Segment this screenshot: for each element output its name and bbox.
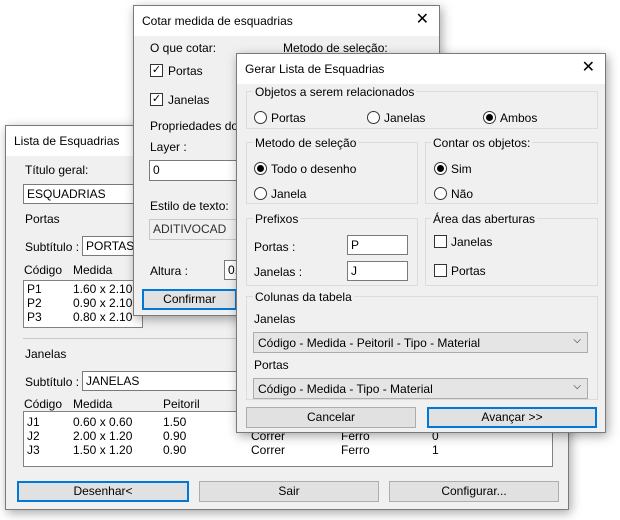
janelas-cell-medida: 2.00 x 1.20 bbox=[73, 429, 133, 443]
col-janelas-value: Código - Medida - Peitoril - Tipo - Mate… bbox=[258, 336, 481, 350]
janela-radio[interactable] bbox=[254, 187, 267, 200]
cotar-janelas-label: Janelas bbox=[168, 93, 210, 107]
titulo-geral-label: Título geral: bbox=[25, 163, 89, 177]
confirmar-button[interactable]: Confirmar bbox=[142, 289, 237, 310]
contar-label: Contar os objetos: bbox=[431, 136, 533, 150]
layer-label: Layer : bbox=[150, 140, 187, 154]
col-portas-select[interactable]: Código - Medida - Tipo - Material ⌵ bbox=[253, 378, 588, 399]
col-portas-value: Código - Medida - Tipo - Material bbox=[258, 382, 433, 396]
gerar-titlebar[interactable]: Gerar Lista de Esquadrias ✕ bbox=[237, 54, 605, 84]
table-row[interactable]: P3 0.80 x 2.10 bbox=[24, 310, 142, 324]
portas-cell-codigo: P1 bbox=[27, 282, 42, 296]
objetos-janelas-label: Janelas bbox=[384, 111, 426, 125]
janela-label: Janela bbox=[271, 187, 307, 201]
contar-nao-radio[interactable] bbox=[434, 187, 447, 200]
cancelar-button[interactable]: Cancelar bbox=[246, 407, 416, 428]
janelas-header-codigo: Código bbox=[24, 397, 63, 411]
portas-subtitulo-label: Subtítulo : bbox=[25, 240, 80, 254]
col-portas-label: Portas bbox=[254, 358, 289, 372]
janelas-cell-material: Ferro bbox=[341, 443, 370, 457]
janelas-header-medida: Medida bbox=[73, 397, 113, 411]
area-janelas-checkbox[interactable] bbox=[434, 235, 447, 248]
chevron-down-icon: ⌵ bbox=[573, 335, 581, 346]
contar-sim-label: Sim bbox=[451, 162, 472, 176]
janelas-cell-tipo: Correr bbox=[251, 443, 286, 457]
estilo-label: Estilo de texto: bbox=[150, 199, 229, 213]
portas-header-medida: Medida bbox=[73, 263, 113, 277]
contar-sim-radio[interactable] bbox=[434, 162, 447, 175]
janelas-cell-medida: 1.50 x 1.20 bbox=[73, 443, 133, 457]
colunas-label: Colunas da tabela bbox=[253, 290, 354, 304]
area-portas-label: Portas bbox=[451, 264, 486, 278]
janelas-cell-area: 1 bbox=[432, 443, 439, 457]
close-icon[interactable]: ✕ bbox=[582, 59, 595, 77]
contar-nao-label: Não bbox=[451, 187, 474, 201]
janelas-subtitulo-label: Subtítulo : bbox=[25, 375, 80, 389]
todo-desenho-label: Todo o desenho bbox=[271, 162, 357, 176]
janelas-section-label: Janelas bbox=[25, 347, 67, 361]
janelas-cell-peitoril: 1.50 bbox=[163, 415, 187, 429]
portas-list[interactable]: P1 1.60 x 2.10 P2 0.90 x 2.10 P3 0.80 x … bbox=[23, 280, 143, 328]
area-janelas-label: Janelas bbox=[451, 235, 493, 249]
janelas-subtitulo-input[interactable]: JANELAS bbox=[82, 371, 242, 391]
prefixo-portas-label: Portas : bbox=[254, 240, 296, 254]
cotar-janelas-checkbox[interactable]: ✓ bbox=[150, 93, 163, 106]
cotar-titlebar[interactable]: Cotar medida de esquadrias ✕ bbox=[134, 6, 439, 36]
table-row[interactable]: P2 0.90 x 2.10 bbox=[24, 296, 142, 310]
lista-title: Lista de Esquadrias bbox=[14, 134, 120, 148]
portas-cell-codigo: P2 bbox=[27, 296, 42, 310]
layer-input[interactable]: 0 bbox=[149, 160, 244, 181]
objetos-label: Objetos a serem relacionados bbox=[253, 85, 417, 99]
prefixo-janelas-input[interactable]: J bbox=[347, 261, 408, 281]
table-row[interactable]: J3 1.50 x 1.20 0.90 Correr Ferro 1 bbox=[24, 443, 552, 457]
objetos-ambos-radio[interactable] bbox=[483, 111, 496, 124]
o-que-cotar-label: O que cotar: bbox=[150, 41, 217, 55]
cotar-title: Cotar medida de esquadrias bbox=[142, 14, 293, 28]
metodo-label: Metodo de seleção bbox=[253, 136, 359, 150]
close-icon[interactable]: ✕ bbox=[416, 11, 429, 29]
estilo-input[interactable]: ADITIVOCAD bbox=[149, 219, 244, 240]
prefixo-janelas-label: Janelas : bbox=[254, 265, 303, 279]
col-janelas-select[interactable]: Código - Medida - Peitoril - Tipo - Mate… bbox=[253, 332, 588, 353]
objetos-portas-radio[interactable] bbox=[254, 111, 267, 124]
titulo-geral-input[interactable]: ESQUADRIAS bbox=[23, 184, 143, 204]
cotar-portas-checkbox[interactable]: ✓ bbox=[150, 64, 163, 77]
janelas-cell-peitoril: 0.90 bbox=[163, 443, 187, 457]
sair-button[interactable]: Sair bbox=[199, 481, 379, 502]
gerar-lista-window: Gerar Lista de Esquadrias ✕ Objetos a se… bbox=[236, 53, 606, 433]
cotar-portas-label: Portas bbox=[168, 64, 203, 78]
configurar-button[interactable]: Configurar... bbox=[389, 481, 559, 502]
table-row[interactable]: P1 1.60 x 2.10 bbox=[24, 282, 142, 296]
janelas-cell-codigo: J2 bbox=[27, 429, 40, 443]
janelas-cell-codigo: J1 bbox=[27, 415, 40, 429]
portas-header-codigo: Código bbox=[24, 263, 63, 277]
janelas-cell-peitoril: 0.90 bbox=[163, 429, 187, 443]
prefixos-label: Prefixos bbox=[253, 212, 301, 226]
portas-cell-medida: 0.90 x 2.10 bbox=[73, 296, 133, 310]
todo-desenho-radio[interactable] bbox=[254, 162, 267, 175]
objetos-janelas-radio[interactable] bbox=[367, 111, 380, 124]
prefixo-portas-input[interactable]: P bbox=[347, 235, 408, 255]
portas-cell-codigo: P3 bbox=[27, 310, 42, 324]
col-janelas-label: Janelas bbox=[254, 312, 296, 326]
janelas-cell-codigo: J3 bbox=[27, 443, 40, 457]
objetos-ambos-label: Ambos bbox=[500, 111, 538, 125]
area-portas-checkbox[interactable] bbox=[434, 264, 447, 277]
portas-cell-medida: 1.60 x 2.10 bbox=[73, 282, 133, 296]
janelas-header-peitoril: Peitoril bbox=[163, 397, 200, 411]
janelas-cell-medida: 0.60 x 0.60 bbox=[73, 415, 133, 429]
area-label: Área das aberturas bbox=[431, 212, 538, 226]
gerar-title: Gerar Lista de Esquadrias bbox=[245, 62, 385, 76]
portas-cell-medida: 0.80 x 2.10 bbox=[73, 310, 133, 324]
portas-section-label: Portas bbox=[25, 212, 60, 226]
objetos-portas-label: Portas bbox=[271, 111, 306, 125]
avancar-button[interactable]: Avançar >> bbox=[427, 407, 597, 428]
desenhar-button[interactable]: Desenhar< bbox=[17, 481, 189, 502]
altura-label: Altura : bbox=[150, 264, 189, 278]
chevron-down-icon: ⌵ bbox=[573, 381, 581, 392]
